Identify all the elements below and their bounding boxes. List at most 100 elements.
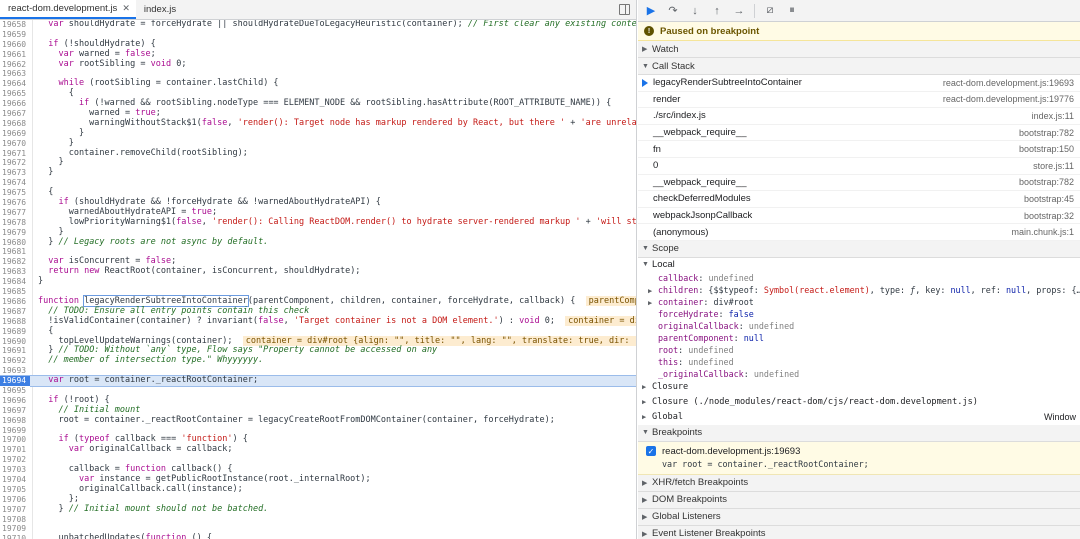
line-number[interactable]: 19689	[0, 326, 30, 337]
call-frame-location[interactable]: bootstrap:150	[1019, 144, 1074, 154]
line-number[interactable]: 19672	[0, 158, 30, 169]
toggle-debugger-sidebar-icon[interactable]	[619, 4, 630, 15]
line-number[interactable]: 19668	[0, 118, 30, 129]
line-number[interactable]: 19707	[0, 504, 30, 515]
line-number[interactable]: 19695	[0, 385, 30, 396]
global-listeners-section-header[interactable]: ▶ Global Listeners	[638, 508, 1080, 526]
line-number[interactable]: 19702	[0, 455, 30, 466]
line-number[interactable]: 19699	[0, 425, 30, 436]
line-number[interactable]: 19662	[0, 59, 30, 70]
line-number[interactable]: 19683	[0, 267, 30, 278]
line-number[interactable]: 19687	[0, 306, 30, 317]
step-out-icon[interactable]: ↑	[710, 4, 724, 18]
line-number[interactable]: 19694	[0, 376, 30, 386]
call-frame-location[interactable]: bootstrap:782	[1019, 177, 1074, 187]
call-frame[interactable]: webpackJsonpCallback bootstrap:32	[638, 208, 1080, 225]
line-number[interactable]: 19705	[0, 484, 30, 495]
line-number[interactable]: 19708	[0, 514, 30, 525]
call-frame-location[interactable]: main.chunk.js:1	[1011, 227, 1074, 237]
line-number[interactable]: 19681	[0, 247, 30, 258]
line-number[interactable]: 19709	[0, 524, 30, 535]
line-number[interactable]: 19667	[0, 109, 30, 119]
scope-property[interactable]: ▶ container: div#root	[638, 296, 1080, 308]
scope-local-header[interactable]: ▼ Local	[638, 258, 1080, 272]
scope-property[interactable]: ▶ children: {$$typeof: Symbol(react.eleme…	[638, 284, 1080, 296]
scope-closure-module-row[interactable]: ▶ Closure (./node_modules/react-dom/cjs/r…	[638, 395, 1080, 410]
line-number[interactable]: 19673	[0, 168, 30, 179]
breakpoint-item[interactable]: ✓ react-dom.development.js:19693 var roo…	[638, 441, 1080, 475]
call-stack-section-header[interactable]: ▼ Call Stack	[638, 58, 1080, 75]
line-number[interactable]: 19663	[0, 69, 30, 80]
line-number[interactable]: 19697	[0, 405, 30, 416]
line-number[interactable]: 19686	[0, 296, 30, 307]
line-number[interactable]: 19682	[0, 257, 30, 268]
line-number[interactable]: 19703	[0, 465, 30, 475]
line-number[interactable]: 19698	[0, 415, 30, 426]
line-number[interactable]: 19701	[0, 445, 30, 456]
pause-on-exceptions-icon[interactable]: ⏸	[785, 4, 799, 18]
line-number[interactable]: 19692	[0, 356, 30, 367]
scope-closure-row[interactable]: ▶ Closure	[638, 380, 1080, 395]
call-frame[interactable]: 0 store.js:11	[638, 158, 1080, 175]
line-number[interactable]: 19690	[0, 336, 30, 347]
call-frame-location[interactable]: react-dom.development.js:19776	[943, 94, 1074, 104]
call-frame[interactable]: ./src/index.js index.js:11	[638, 108, 1080, 125]
call-frame[interactable]: legacyRenderSubtreeIntoContainer react-do…	[638, 75, 1080, 92]
line-number[interactable]: 19679	[0, 227, 30, 238]
deactivate-breakpoints-icon[interactable]: ⧄	[763, 4, 777, 18]
line-number[interactable]: 19706	[0, 494, 30, 505]
line-number[interactable]: 19665	[0, 89, 30, 100]
event-listener-breakpoints-section-header[interactable]: ▶ Event Listener Breakpoints	[638, 525, 1080, 539]
call-frame-location[interactable]: store.js:11	[1033, 161, 1074, 171]
call-frame-location[interactable]: bootstrap:45	[1024, 194, 1074, 204]
call-frame[interactable]: __webpack_require__ bootstrap:782	[638, 125, 1080, 142]
scope-section-header[interactable]: ▼ Scope	[638, 240, 1080, 258]
line-number[interactable]: 19664	[0, 79, 30, 90]
call-frame-location[interactable]: react-dom.development.js:19693	[943, 78, 1074, 88]
line-number[interactable]: 19684	[0, 277, 30, 288]
call-frame-location[interactable]: bootstrap:32	[1024, 211, 1074, 221]
line-number[interactable]: 19659	[0, 29, 30, 40]
call-frame[interactable]: render react-dom.development.js:19776	[638, 92, 1080, 109]
line-number[interactable]: 19671	[0, 148, 30, 159]
call-frame-location[interactable]: bootstrap:782	[1019, 128, 1074, 138]
step-into-icon[interactable]: ↓	[688, 4, 702, 18]
line-number[interactable]: 19674	[0, 178, 30, 189]
resume-icon[interactable]: ▶︎	[644, 4, 658, 18]
line-number[interactable]: 19658	[0, 20, 30, 30]
step-over-icon[interactable]: ↷	[666, 4, 680, 18]
xhr-breakpoints-section-header[interactable]: ▶ XHR/fetch Breakpoints	[638, 474, 1080, 492]
tab-index-js[interactable]: index.js	[136, 0, 184, 19]
line-number[interactable]: 19661	[0, 49, 30, 60]
breakpoint-checkbox[interactable]: ✓	[646, 446, 656, 457]
watch-section-header[interactable]: ▶ Watch	[638, 41, 1080, 58]
scope-global-row[interactable]: ▶ Global Window	[638, 410, 1080, 425]
call-frame[interactable]: (anonymous) main.chunk.js:1	[638, 224, 1080, 241]
call-frame[interactable]: checkDeferredModules bootstrap:45	[638, 191, 1080, 208]
step-icon[interactable]: →	[732, 4, 746, 18]
line-number[interactable]: 19677	[0, 207, 30, 218]
line-number[interactable]: 19685	[0, 287, 30, 297]
line-number[interactable]: 19676	[0, 198, 30, 208]
line-number[interactable]: 19669	[0, 128, 30, 139]
call-frame[interactable]: __webpack_require__ bootstrap:782	[638, 175, 1080, 192]
line-number[interactable]: 19670	[0, 138, 30, 149]
line-number[interactable]: 19675	[0, 188, 30, 199]
line-number[interactable]: 19700	[0, 435, 30, 446]
line-number[interactable]: 19704	[0, 474, 30, 485]
line-number[interactable]: 19680	[0, 237, 30, 248]
line-number[interactable]: 19696	[0, 395, 30, 406]
breakpoints-section-header[interactable]: ▼ Breakpoints	[638, 424, 1080, 442]
call-frame-location[interactable]: index.js:11	[1032, 111, 1074, 121]
line-number[interactable]: 19693	[0, 366, 30, 377]
line-number[interactable]: 19660	[0, 39, 30, 50]
call-frame[interactable]: fn bootstrap:150	[638, 141, 1080, 158]
line-number[interactable]: 19666	[0, 99, 30, 110]
code-editor[interactable]: 19658 var shouldHydrate = forceHydrate |…	[0, 20, 636, 539]
line-number[interactable]: 19691	[0, 346, 30, 357]
close-icon[interactable]: ✕	[122, 3, 130, 14]
line-number[interactable]: 19688	[0, 316, 30, 327]
line-number[interactable]: 19678	[0, 217, 30, 228]
line-number[interactable]: 19710	[0, 534, 30, 539]
dom-breakpoints-section-header[interactable]: ▶ DOM Breakpoints	[638, 491, 1080, 509]
